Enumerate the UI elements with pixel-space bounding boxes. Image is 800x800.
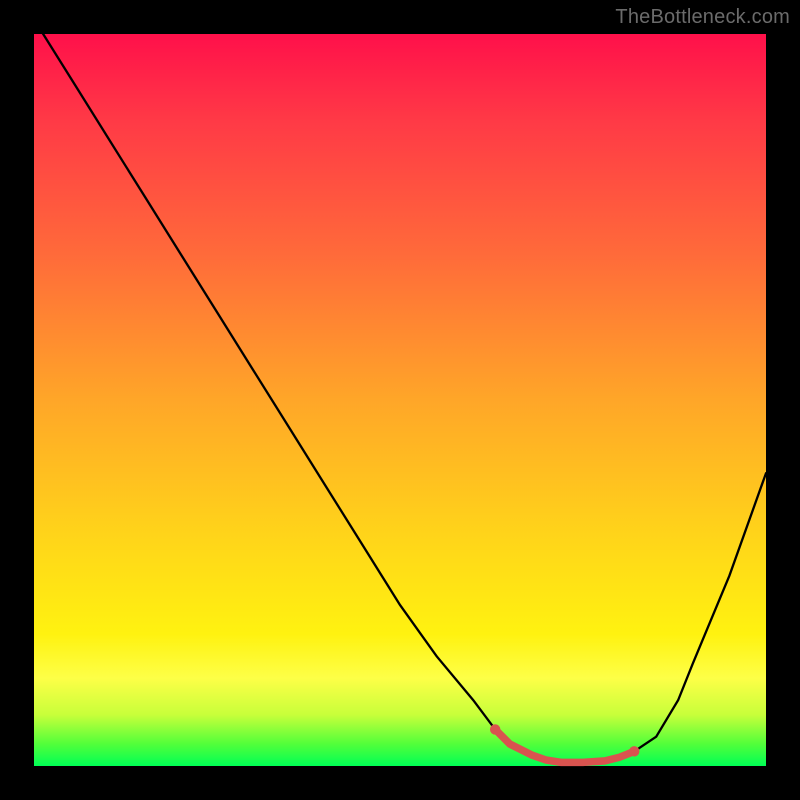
- curve-path: [34, 19, 766, 762]
- bottleneck-curve: [34, 34, 766, 766]
- attribution-text: TheBottleneck.com: [615, 6, 790, 29]
- optimal-region-marker: [495, 729, 634, 762]
- plot-area: [34, 34, 766, 766]
- marker-endpoint: [490, 724, 500, 734]
- chart-frame: TheBottleneck.com: [0, 0, 800, 800]
- optimal-region-dots: [490, 724, 639, 756]
- marker-endpoint: [629, 746, 639, 756]
